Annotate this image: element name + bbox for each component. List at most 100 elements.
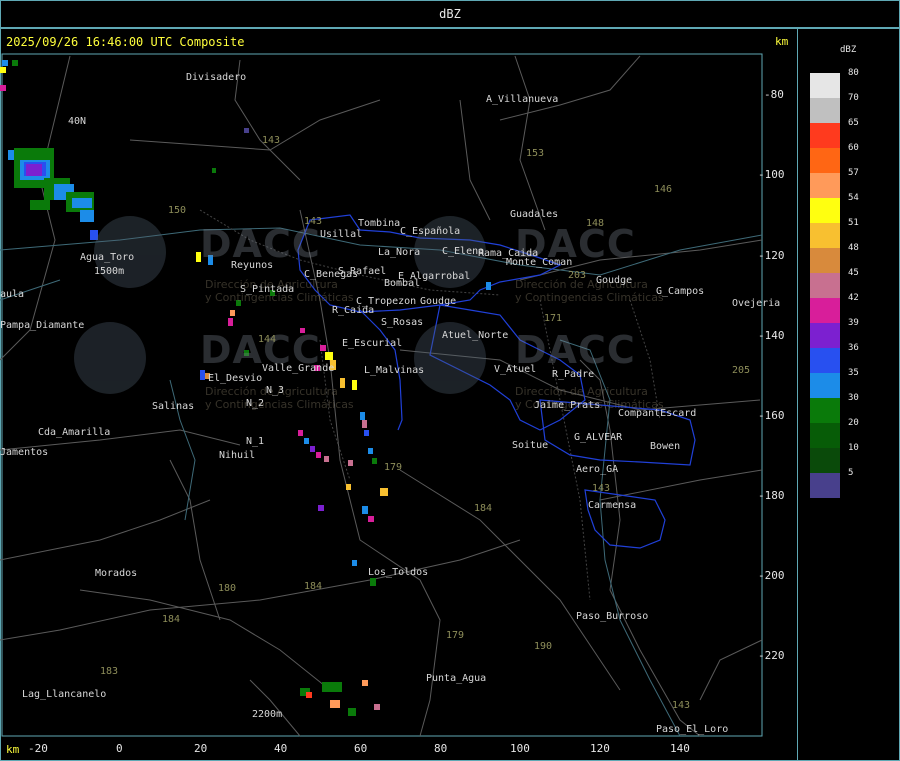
road-number: 183 [100, 666, 119, 677]
road-number: 190 [534, 641, 553, 652]
road-number: 148 [586, 218, 605, 229]
place-label: Los_Toldos [368, 567, 429, 578]
place-label: Lag_Llancanelo [22, 689, 107, 700]
legend-label: 70 [848, 93, 859, 103]
place-label: S_Rosas [381, 317, 424, 328]
place-label: G_Campos [656, 286, 705, 297]
place-label: Aero_GA [576, 464, 619, 475]
legend-color-65 [810, 123, 840, 148]
legend-label: 20 [848, 418, 859, 428]
legend-title: dBZ [840, 45, 857, 55]
legend-label: 51 [848, 218, 859, 228]
x-tick: 80 [434, 742, 448, 755]
place-label: G_ALVEAR [574, 432, 623, 443]
legend-color-35 [810, 373, 840, 398]
legend-color-70 [810, 98, 840, 123]
road-number: 146 [654, 184, 673, 195]
legend-color-45 [810, 273, 840, 298]
place-label: Usillal [320, 229, 363, 240]
road-number: 150 [168, 205, 187, 216]
place-label: El_Desvio [208, 373, 263, 384]
road-number: 171 [544, 313, 563, 324]
place-label: R_Padre [552, 369, 595, 380]
road-number: 179 [384, 462, 403, 473]
place-label: Nihuil [219, 450, 256, 461]
legend-label: 42 [848, 293, 859, 303]
legend-label: 10 [848, 443, 859, 453]
place-label: N_3 [266, 385, 285, 396]
legend-color-30 [810, 398, 840, 423]
place-label: Guadales [510, 209, 559, 220]
place-label: E_Escurial [342, 338, 403, 349]
road-number: 143 [672, 700, 691, 711]
legend-color-10 [810, 448, 840, 473]
road-number: 180 [218, 583, 237, 594]
road-number: 205 [732, 365, 751, 376]
legend-color-60 [810, 148, 840, 173]
place-label: A_Villanueva [486, 94, 559, 105]
place-label: C_Española [400, 226, 461, 237]
place-label: Morados [95, 568, 138, 579]
unit-right: km [775, 35, 789, 48]
legend-label: 5 [848, 468, 854, 478]
legend-label: 80 [848, 68, 859, 78]
x-tick: 0 [116, 742, 123, 755]
place-label: N_2 [246, 398, 265, 409]
place-label: Salinas [152, 401, 195, 412]
place-label: Goudge [420, 296, 457, 307]
legend-color-20 [810, 423, 840, 448]
legend-color-80 [810, 73, 840, 98]
legend-color-5 [810, 473, 840, 498]
legend-label: 39 [848, 318, 859, 328]
place-label: aula [0, 289, 25, 300]
watermark-line: Dirección de Agricultura y Contingencias … [515, 278, 664, 304]
place-label: Monte_Coman [506, 257, 573, 268]
legend-color-57 [810, 173, 840, 198]
road-number: 179 [446, 630, 465, 641]
legend-color-42 [810, 298, 840, 323]
place-label: Paso_El_Loro [656, 724, 729, 735]
x-tick: 120 [590, 742, 610, 755]
road-number: 143 [304, 216, 323, 227]
x-tick: 100 [510, 742, 530, 755]
place-label: Reyunos [231, 260, 274, 271]
place-label: Bowen [650, 441, 681, 452]
road-number: 153 [526, 148, 545, 159]
place-label: 2200m [252, 709, 283, 720]
legend-label: 35 [848, 368, 859, 378]
place-label: Paso_Burroso [576, 611, 649, 622]
legend-label: 57 [848, 168, 859, 178]
place-label: Cda_Amarilla [38, 427, 111, 438]
place-label: Goudge [596, 275, 633, 286]
x-tick: 40 [274, 742, 288, 755]
radar-window: dBZ DACC DACC DACC DACC Dirección de Agr… [0, 0, 900, 761]
legend-label: 60 [848, 143, 859, 153]
place-label: Valle_Grande [262, 363, 335, 374]
x-tick: 20 [194, 742, 208, 755]
legend-color-51 [810, 223, 840, 248]
road-number: 143 [262, 135, 281, 146]
place-label: Atuel_Norte [442, 330, 509, 341]
timestamp: 2025/09/26 16:46:00 UTC Composite [6, 35, 245, 49]
road-number: 184 [474, 503, 493, 514]
y-tick: -180 [758, 489, 785, 502]
road-number: 184 [304, 581, 323, 592]
place-label: 1500m [94, 266, 125, 277]
place-label: CompantEscard [618, 408, 697, 419]
place-label: C_Tropezon [356, 296, 417, 307]
y-tick: -100 [758, 168, 785, 181]
legend-color-54 [810, 198, 840, 223]
legend-label: 45 [848, 268, 859, 278]
legend-color-48 [810, 248, 840, 273]
place-label: La_Nora [378, 247, 421, 258]
place-label: Tombina [358, 218, 401, 229]
place-label: V_Atuel [494, 364, 537, 375]
place-label: L_Malvinas [364, 365, 425, 376]
place-label: E_Algarrobal [398, 271, 471, 282]
place-label: Jamentos [0, 447, 49, 458]
place-label: 40N [68, 116, 87, 127]
map-canvas[interactable] [0, 28, 798, 761]
place-label: Divisadero [186, 72, 247, 83]
road-number: 143 [592, 483, 611, 494]
legend-label: 54 [848, 193, 859, 203]
